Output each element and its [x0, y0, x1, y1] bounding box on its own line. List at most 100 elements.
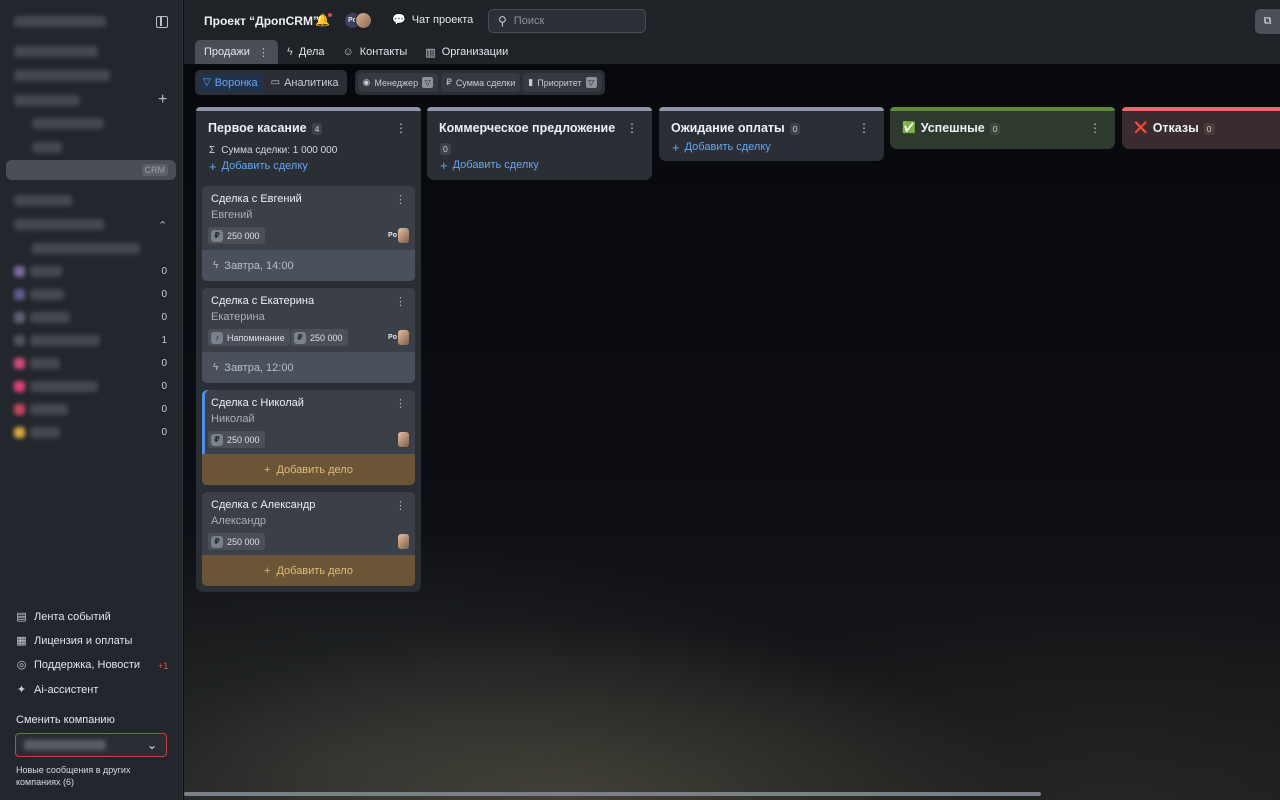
filter-deal-sum[interactable]: ₽ Сумма сделки [441, 73, 521, 92]
add-task-button[interactable]: + Добавить дело [202, 555, 415, 586]
column-header[interactable]: ❌ Отказы 0 [1122, 107, 1280, 149]
deal-amount: 250 000 [227, 536, 260, 547]
tab-sales[interactable]: Продажи ⋮ [195, 40, 278, 64]
project-chat-button[interactable]: 💬 Чат проекта [392, 13, 473, 27]
collapse-chevron-icon[interactable]: ⌄ [158, 218, 167, 231]
view-switcher: ▽ Воронка ▭ Аналитика [195, 70, 347, 95]
avatar [398, 432, 409, 447]
column-header[interactable]: Коммерческое предложение ⋮ [427, 107, 652, 141]
add-deal-button[interactable]: + Добавить сделку [427, 155, 652, 175]
add-deal-button[interactable]: + Добавить сделку [659, 137, 884, 157]
chat-item[interactable] [30, 358, 60, 369]
more-vertical-icon[interactable]: ⋮ [395, 499, 406, 512]
deal-assignees [398, 432, 409, 447]
avatar [14, 266, 25, 277]
deal-amount: 250 000 [310, 332, 343, 343]
tab-tasks[interactable]: ϟ Дела [278, 40, 334, 64]
company-select[interactable]: ⌄ [15, 733, 167, 757]
tab-label: Организации [441, 46, 509, 58]
more-vertical-icon[interactable]: ⋮ [626, 121, 638, 135]
deal-card[interactable]: Сделка с Евгений Евгений ⋮ ₽ 250 000 Po … [202, 186, 415, 281]
more-vertical-icon[interactable]: ⋮ [395, 397, 406, 410]
chat-item[interactable] [30, 381, 98, 392]
filter-icon: ▽ [585, 77, 597, 88]
sidebar-item[interactable] [14, 70, 110, 81]
sidebar-item[interactable] [14, 46, 98, 57]
sidebar-subitem[interactable] [32, 118, 104, 129]
chat-item[interactable] [30, 427, 60, 438]
chat-item[interactable] [30, 335, 100, 346]
unread-count: 0 [161, 404, 167, 415]
plus-icon: + [264, 463, 271, 476]
more-vertical-icon[interactable]: ⋮ [395, 295, 406, 308]
deal-assignees: Po [388, 330, 409, 345]
add-deal-label: Добавить сделку [684, 141, 771, 153]
task-time: Завтра, 12:00 [224, 361, 294, 374]
deal-contact: Александр [211, 515, 267, 527]
sidebar-item-selected-project[interactable]: CRM [6, 160, 176, 180]
avatar [355, 12, 372, 29]
next-task[interactable]: ϟ Завтра, 14:00 [202, 250, 415, 281]
menu-license[interactable]: ▦ Лицензия и оплаты [16, 632, 132, 650]
bell-icon[interactable]: 🔔 [315, 13, 332, 27]
view-analytics-button[interactable]: ▭ Аналитика [266, 73, 344, 92]
menu-support[interactable]: ◎ Поддержка, Новости [16, 656, 140, 674]
more-vertical-icon[interactable]: ⋮ [1089, 121, 1101, 135]
project-title[interactable]: Проект “ДропCRM” [204, 14, 319, 28]
plus-icon: + [264, 564, 271, 577]
column-header[interactable]: ✅ Успешные 0 ⋮ [890, 107, 1115, 149]
tab-contacts[interactable]: ☺ Контакты [334, 40, 417, 64]
workspace-name[interactable] [14, 16, 106, 27]
add-task-button[interactable]: + Добавить дело [202, 454, 415, 485]
project-members[interactable]: Po [344, 12, 372, 29]
more-vertical-icon[interactable]: ⋮ [395, 121, 407, 135]
chat-item[interactable] [30, 289, 64, 300]
filter-priority[interactable]: ▮ Приоритет ▽ [523, 73, 602, 92]
next-task[interactable]: ϟ Завтра, 12:00 [202, 352, 415, 383]
horizontal-scrollbar[interactable] [184, 792, 1041, 796]
section-tabs: Продажи ⋮ ϟ Дела ☺ Контакты ▥ Организаци… [195, 40, 517, 64]
more-vertical-icon[interactable]: ⋮ [395, 193, 406, 206]
sidebar-toggle-icon[interactable] [156, 16, 168, 28]
sidebar-item[interactable] [14, 195, 72, 206]
column-header[interactable]: Первое касание 4 ⋮ [196, 107, 421, 149]
new-messages-note[interactable]: Новые сообщения в других компаниях (6) [16, 764, 156, 788]
column-title: Отказы [1152, 121, 1199, 135]
chat-item[interactable] [30, 404, 68, 415]
view-funnel-button[interactable]: ▽ Воронка [198, 73, 263, 92]
view-toolbar: ▽ Воронка ▭ Аналитика ◉ Менеджер ▽ ₽ Сум… [195, 70, 605, 95]
menu-event-feed[interactable]: ▤ Лента событий [16, 608, 110, 626]
ruble-icon: ₽ [211, 433, 223, 446]
menu-ai-assistant[interactable]: ✦ Ai-ассистент [16, 681, 98, 699]
tab-organizations[interactable]: ▥ Организации [416, 40, 517, 64]
deal-title: Сделка с Евгений [211, 193, 302, 205]
add-project-icon[interactable]: + [158, 92, 167, 108]
column-count: 0 [440, 143, 451, 155]
chat-item[interactable] [30, 266, 62, 277]
column-header[interactable]: Ожидание оплаты 0 ⋮ [659, 107, 884, 137]
open-chat-panel-icon[interactable]: ⧉ [1255, 9, 1280, 34]
ruble-icon: ₽ [211, 535, 223, 548]
deal-card[interactable]: Сделка с Александр Александр ⋮ ₽ 250 000… [202, 492, 415, 586]
check-icon: ✅ [902, 122, 916, 134]
column-count: 0 [789, 123, 801, 135]
add-deal-button[interactable]: + Добавить сделку [196, 156, 421, 176]
reminder-chip: ♪ Напоминание [208, 329, 290, 346]
tab-label: Дела [298, 46, 325, 58]
amount-chip: ₽ 250 000 [208, 533, 265, 550]
deal-card[interactable]: Сделка с Николай Николай ⋮ ₽ 250 000 + Д… [202, 390, 415, 485]
filter-manager[interactable]: ◉ Менеджер ▽ [357, 73, 439, 92]
more-vertical-icon[interactable]: ⋮ [258, 46, 269, 59]
sidebar-section-chats[interactable] [14, 219, 104, 230]
unread-count: 0 [161, 427, 167, 438]
sidebar-item[interactable] [32, 243, 140, 254]
chat-item[interactable] [30, 312, 70, 323]
sidebar-section-projects[interactable] [14, 95, 80, 106]
sidebar-subitem[interactable] [32, 142, 62, 153]
tab-label: Контакты [359, 46, 408, 58]
search-box[interactable]: ⚲ [488, 9, 646, 33]
more-vertical-icon[interactable]: ⋮ [858, 121, 870, 135]
search-input[interactable] [513, 15, 634, 27]
analytics-icon: ▭ [270, 77, 281, 88]
deal-card[interactable]: Сделка с Екатерина Екатерина ⋮ ♪ Напомин… [202, 288, 415, 383]
